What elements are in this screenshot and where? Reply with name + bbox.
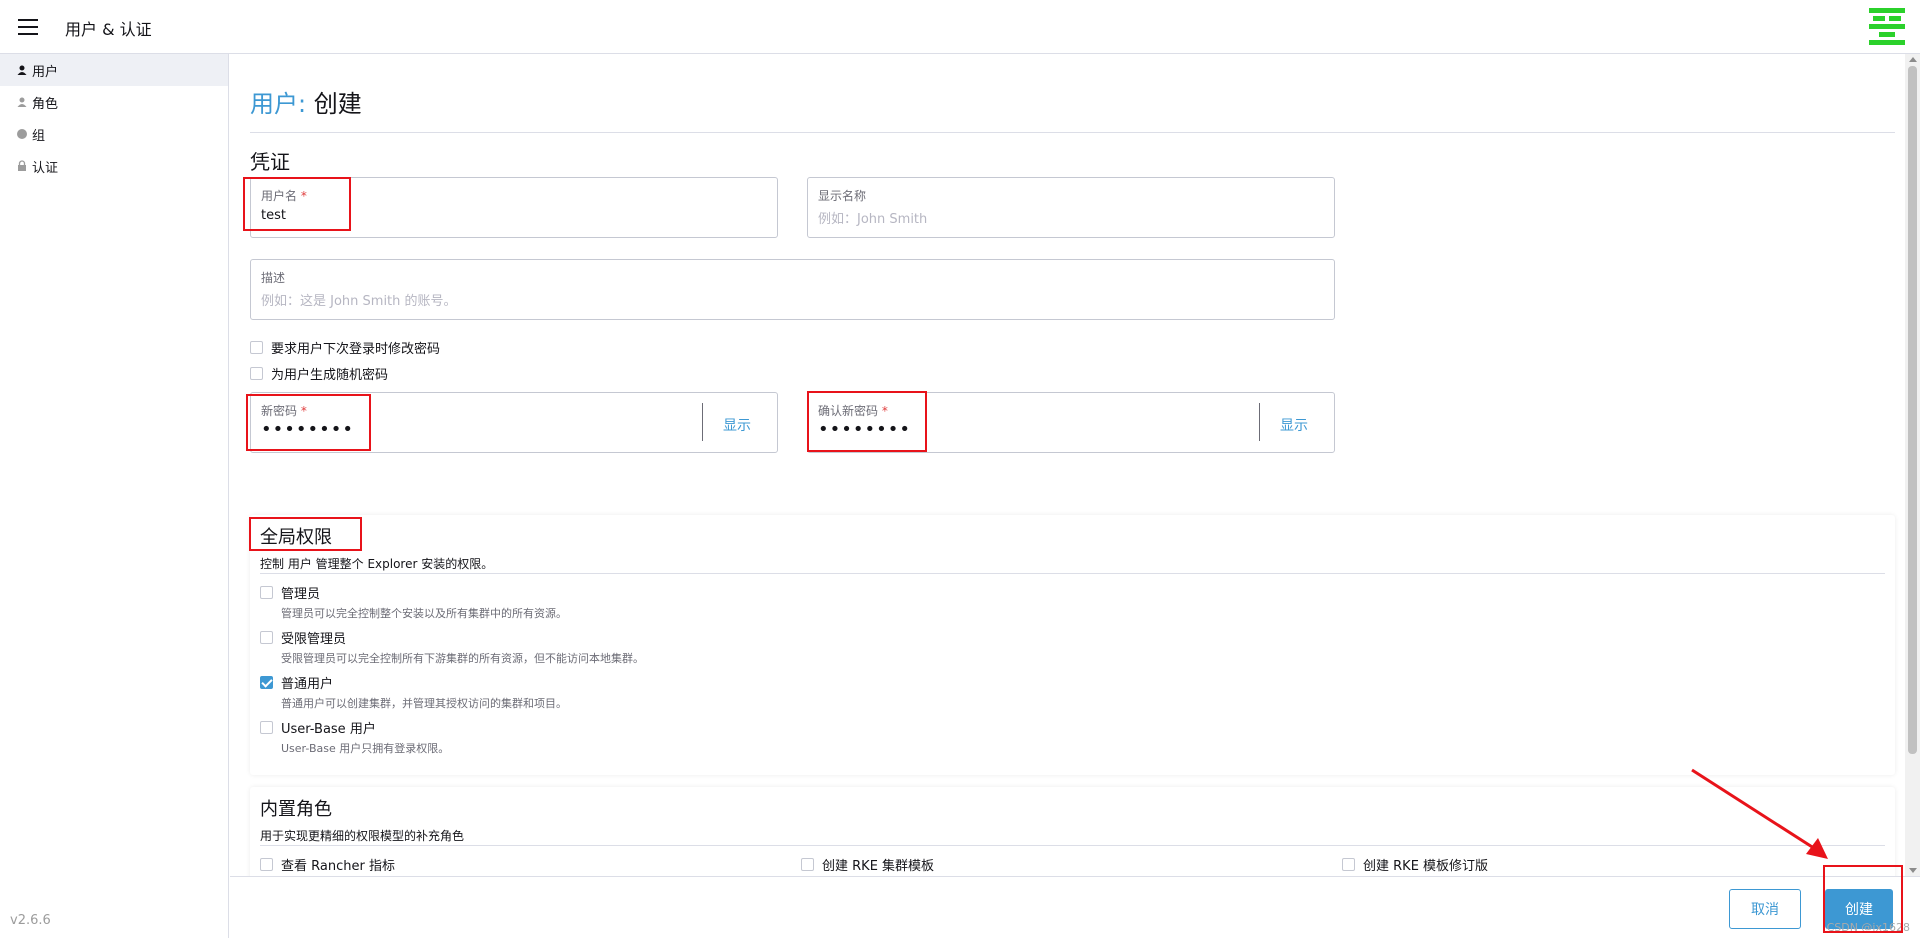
sidebar: 用户 角色 组 认证 v2.6.6 bbox=[0, 54, 229, 938]
divider bbox=[260, 573, 1885, 574]
global-permissions-card: 全局权限 控制 用户 管理整个 Explorer 安装的权限。 管理员 管理员可… bbox=[250, 515, 1895, 775]
checkbox-box[interactable] bbox=[801, 858, 814, 871]
option-label: User-Base 用户 bbox=[281, 722, 376, 737]
credentials-heading: 凭证 bbox=[250, 150, 290, 174]
option-label: 受限管理员 bbox=[281, 632, 347, 647]
checkbox-box[interactable] bbox=[250, 367, 263, 380]
breadcrumb[interactable]: 用户: bbox=[250, 90, 306, 118]
permission-option-standard-user[interactable]: 普通用户 普通用户可以创建集群，并管理其授权访问的集群和项目。 bbox=[260, 673, 567, 711]
permission-checkbox[interactable]: 管理员 bbox=[260, 583, 567, 602]
page-title: 用户: 创建 bbox=[250, 84, 362, 119]
sidebar-item-label: 角色 bbox=[32, 96, 59, 112]
sidebar-item-users[interactable]: 用户 bbox=[0, 54, 228, 86]
permission-option-user-base[interactable]: User-Base 用户 User-Base 用户只拥有登录权限。 bbox=[260, 718, 449, 756]
option-desc: User-Base 用户只拥有登录权限。 bbox=[281, 742, 450, 755]
confirm-password-label: 确认新密码 * bbox=[818, 404, 888, 418]
random-password-checkbox[interactable]: 为用户生成随机密码 bbox=[250, 364, 388, 383]
new-password-value[interactable]: •••••••• bbox=[261, 419, 354, 440]
username-label: 用户名 * bbox=[261, 189, 307, 203]
checkbox-box[interactable] bbox=[1342, 858, 1355, 871]
divider bbox=[1259, 403, 1260, 441]
username-value[interactable]: test bbox=[261, 208, 286, 223]
permission-option-restricted-admin[interactable]: 受限管理员 受限管理员可以完全控制所有下游集群的所有资源，但不能访问本地集群。 bbox=[260, 628, 644, 666]
new-password-label: 新密码 * bbox=[261, 404, 307, 418]
description-placeholder[interactable]: 例如：这是 John Smith 的账号。 bbox=[261, 290, 457, 309]
scroll-up-icon[interactable] bbox=[1909, 57, 1917, 62]
checkbox-box[interactable] bbox=[260, 631, 273, 644]
checkbox-checked[interactable] bbox=[260, 676, 273, 689]
option-label: 管理员 bbox=[281, 587, 321, 602]
username-field[interactable]: 用户名 * test bbox=[250, 177, 778, 238]
option-label: 普通用户 bbox=[281, 677, 334, 692]
role-option-create-rke-template[interactable]: 创建 RKE 集群模板 bbox=[801, 855, 934, 874]
group-icon bbox=[17, 129, 27, 139]
option-label: 创建 RKE 集群模板 bbox=[822, 859, 935, 874]
builtin-roles-card: 内置角色 用于实现更精细的权限模型的补充角色 查看 Rancher 指标 创建 … bbox=[250, 787, 1895, 876]
role-icon bbox=[17, 97, 27, 107]
builtin-roles-desc: 用于实现更精细的权限模型的补充角色 bbox=[260, 829, 465, 843]
permission-checkbox[interactable]: 普通用户 bbox=[260, 673, 567, 692]
main-content: 用户: 创建 凭证 用户名 * test 显示名称 例如：John Smith … bbox=[230, 54, 1905, 876]
display-name-field[interactable]: 显示名称 例如：John Smith bbox=[807, 177, 1335, 238]
sidebar-item-roles[interactable]: 角色 bbox=[0, 86, 228, 118]
scrollbar-thumb[interactable] bbox=[1908, 66, 1917, 754]
scroll-down-icon[interactable] bbox=[1909, 868, 1917, 873]
user-icon bbox=[17, 65, 27, 75]
top-header: 用户 & 认证 bbox=[0, 0, 1920, 54]
role-option-create-rke-revision[interactable]: 创建 RKE 模板修订版 bbox=[1342, 855, 1488, 874]
scrollbar[interactable] bbox=[1905, 54, 1920, 876]
divider bbox=[260, 845, 1885, 846]
checkbox-box[interactable] bbox=[250, 341, 263, 354]
checkbox-box[interactable] bbox=[260, 721, 273, 734]
rancher-logo[interactable] bbox=[1869, 8, 1905, 46]
permission-option-admin[interactable]: 管理员 管理员可以完全控制整个安装以及所有集群中的所有资源。 bbox=[260, 583, 567, 621]
checkbox-label: 要求用户下次登录时修改密码 bbox=[271, 342, 441, 357]
page-title-text: 创建 bbox=[313, 90, 362, 118]
option-desc: 受限管理员可以完全控制所有下游集群的所有资源，但不能访问本地集群。 bbox=[281, 652, 644, 665]
option-label: 创建 RKE 模板修订版 bbox=[1363, 859, 1489, 874]
option-desc: 管理员可以完全控制整个安装以及所有集群中的所有资源。 bbox=[281, 607, 567, 620]
display-name-label: 显示名称 bbox=[818, 189, 867, 203]
option-label: 查看 Rancher 指标 bbox=[281, 859, 395, 874]
global-permissions-desc: 控制 用户 管理整个 Explorer 安装的权限。 bbox=[260, 557, 494, 571]
title-divider bbox=[250, 132, 1895, 133]
confirm-password-field[interactable]: 确认新密码 * •••••••• 显示 bbox=[807, 392, 1335, 453]
confirm-password-value[interactable]: •••••••• bbox=[818, 419, 911, 440]
divider bbox=[702, 403, 703, 441]
lock-icon bbox=[18, 160, 26, 171]
version-label: v2.6.6 bbox=[10, 913, 51, 928]
description-field[interactable]: 描述 例如：这是 John Smith 的账号。 bbox=[250, 259, 1335, 320]
sidebar-item-label: 认证 bbox=[32, 160, 59, 176]
cancel-button[interactable]: 取消 bbox=[1729, 889, 1801, 929]
checkbox-box[interactable] bbox=[260, 858, 273, 871]
show-new-password-button[interactable]: 显示 bbox=[723, 415, 751, 435]
hamburger-icon[interactable] bbox=[18, 19, 38, 35]
new-password-field[interactable]: 新密码 * •••••••• 显示 bbox=[250, 392, 778, 453]
show-confirm-password-button[interactable]: 显示 bbox=[1280, 415, 1308, 435]
checkbox-label: 为用户生成随机密码 bbox=[271, 368, 389, 383]
description-label: 描述 bbox=[261, 271, 286, 285]
builtin-roles-heading: 内置角色 bbox=[260, 799, 332, 820]
global-permissions-heading: 全局权限 bbox=[260, 527, 332, 548]
sidebar-item-label: 组 bbox=[32, 128, 46, 144]
permission-checkbox[interactable]: User-Base 用户 bbox=[260, 718, 449, 737]
sidebar-item-auth[interactable]: 认证 bbox=[0, 150, 228, 182]
footer-bar: 取消 创建 CSDN @jx1628 bbox=[230, 876, 1920, 938]
watermark: CSDN @jx1628 bbox=[1826, 921, 1910, 934]
sidebar-item-groups[interactable]: 组 bbox=[0, 118, 228, 150]
require-change-checkbox[interactable]: 要求用户下次登录时修改密码 bbox=[250, 338, 440, 357]
checkbox-box[interactable] bbox=[260, 586, 273, 599]
header-title: 用户 & 认证 bbox=[65, 20, 152, 39]
permission-checkbox[interactable]: 受限管理员 bbox=[260, 628, 644, 647]
role-option-view-metrics[interactable]: 查看 Rancher 指标 bbox=[260, 855, 395, 874]
option-desc: 普通用户可以创建集群，并管理其授权访问的集群和项目。 bbox=[281, 697, 567, 710]
sidebar-item-label: 用户 bbox=[32, 64, 59, 80]
display-name-placeholder[interactable]: 例如：John Smith bbox=[818, 208, 927, 227]
